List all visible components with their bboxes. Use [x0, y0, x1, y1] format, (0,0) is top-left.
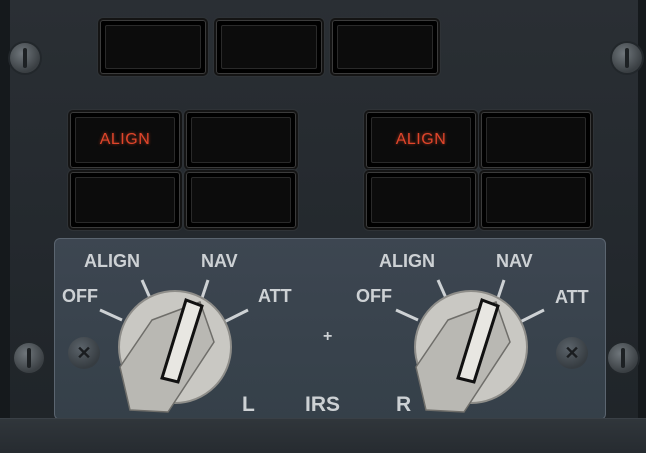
right-annunciator-2 [481, 112, 591, 168]
rotary-knob-icon [395, 279, 545, 413]
right-align-light: ALIGN [366, 112, 476, 168]
slotted-screw-icon [14, 343, 44, 373]
top-annunciator-3 [332, 20, 438, 74]
cross-screw-icon: ✕ [556, 337, 588, 369]
slotted-screw-icon [10, 43, 40, 73]
left-annunciator-4 [186, 172, 296, 228]
left-pos-att-label: ATT [258, 286, 292, 306]
center-mark: + [323, 328, 333, 345]
right-pos-att-label: ATT [555, 287, 589, 307]
right-annunciator-4 [481, 172, 591, 228]
rotary-knob-icon [99, 279, 249, 413]
irs-center-label: IRS [305, 393, 341, 416]
left-mode-selector-knob[interactable] [90, 262, 260, 432]
right-annunciator-3 [366, 172, 476, 228]
left-align-light-text: ALIGN [99, 131, 151, 148]
irs-panel: ALIGN ALIGN ✕ ✕ ✕ OFF ALIGN NAV ATT OFF … [0, 0, 646, 453]
slotted-screw-icon [608, 343, 638, 373]
left-align-light: ALIGN [70, 112, 180, 168]
slotted-screw-icon [612, 43, 642, 73]
right-mode-selector-knob[interactable] [386, 262, 556, 432]
top-annunciator-1 [100, 20, 206, 74]
panel-left-edge [0, 0, 10, 453]
left-annunciator-3 [70, 172, 180, 228]
top-annunciator-2 [216, 20, 322, 74]
left-annunciator-2 [186, 112, 296, 168]
right-align-light-text: ALIGN [395, 131, 447, 148]
panel-right-edge [638, 0, 646, 453]
panel-bottom-rail [0, 418, 646, 453]
